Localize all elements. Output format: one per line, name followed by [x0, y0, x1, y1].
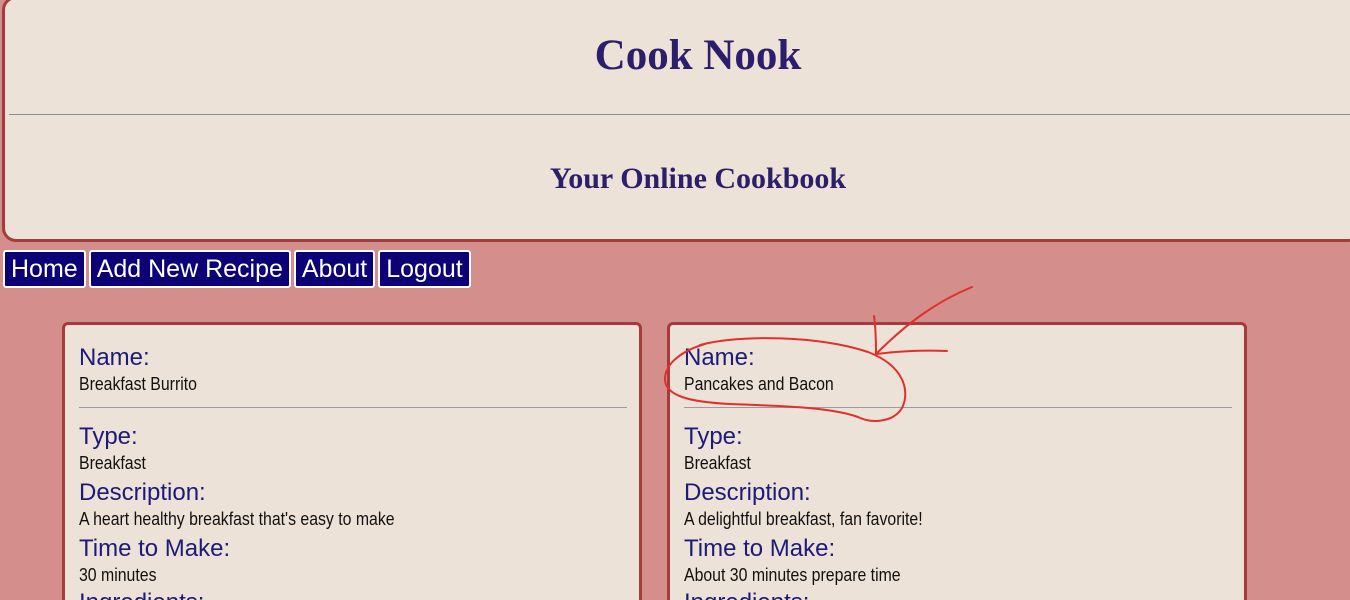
time-label: Time to Make:	[79, 535, 231, 562]
recipe-name: Breakfast Burrito	[79, 374, 197, 394]
recipe-description: A heart healthy breakfast that's easy to…	[79, 509, 395, 529]
description-label: Description:	[79, 479, 206, 506]
recipe-type: Breakfast	[684, 453, 751, 473]
site-header: Cook Nook Your Online Cookbook	[2, 0, 1350, 242]
ingredients-label: Ingredients:	[79, 589, 204, 600]
recipe-name: Pancakes and Bacon	[684, 374, 834, 394]
card-divider	[684, 407, 1232, 408]
type-label: Type:	[79, 423, 138, 450]
time-label: Time to Make:	[684, 535, 836, 562]
recipe-type: Breakfast	[79, 453, 146, 473]
description-label: Description:	[684, 479, 811, 506]
recipe-card: Name: Pancakes and Bacon Type: Breakfast…	[667, 322, 1247, 600]
recipe-time: About 30 minutes prepare time	[684, 565, 901, 585]
main-nav: Home Add New Recipe About Logout	[3, 250, 471, 288]
recipe-description: A delightful breakfast, fan favorite!	[684, 509, 923, 529]
recipe-time: 30 minutes	[79, 565, 157, 585]
name-label: Name:	[684, 344, 755, 371]
nav-home-button[interactable]: Home	[3, 250, 86, 288]
nav-logout-button[interactable]: Logout	[378, 250, 471, 288]
name-label: Name:	[79, 344, 150, 371]
nav-add-recipe-button[interactable]: Add New Recipe	[88, 250, 291, 288]
recipe-card: Name: Breakfast Burrito Type: Breakfast …	[62, 322, 642, 600]
site-title: Cook Nook	[594, 32, 802, 79]
header-divider	[9, 114, 1350, 115]
type-label: Type:	[684, 423, 743, 450]
nav-about-button[interactable]: About	[293, 250, 376, 288]
site-subtitle: Your Online Cookbook	[549, 162, 847, 195]
card-divider	[79, 407, 627, 408]
ingredients-label: Ingredients:	[684, 589, 809, 600]
